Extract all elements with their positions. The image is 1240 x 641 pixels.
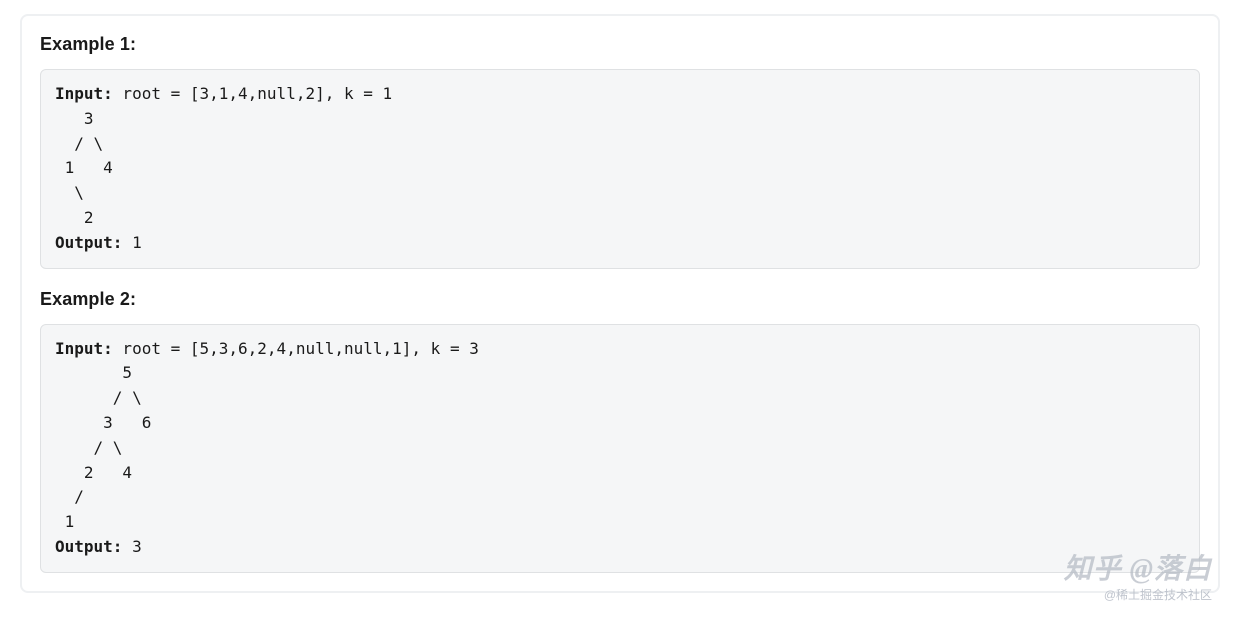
- example-2-code: Input: root = [5,3,6,2,4,null,null,1], k…: [40, 324, 1200, 573]
- example-2-heading: Example 2:: [40, 289, 1200, 310]
- output-value: 3: [122, 537, 141, 556]
- example-1-code: Input: root = [3,1,4,null,2], k = 1 3 / …: [40, 69, 1200, 269]
- tree-diagram: 3 / \ 1 4 \ 2: [55, 109, 113, 227]
- example-1-heading: Example 1:: [40, 34, 1200, 55]
- input-label: Input:: [55, 84, 113, 103]
- output-label: Output:: [55, 233, 122, 252]
- examples-container: Example 1: Input: root = [3,1,4,null,2],…: [20, 14, 1220, 593]
- output-value: 1: [122, 233, 141, 252]
- tree-diagram: 5 / \ 3 6 / \ 2 4 / 1: [55, 363, 151, 531]
- input-value: root = [5,3,6,2,4,null,null,1], k = 3: [113, 339, 479, 358]
- input-value: root = [3,1,4,null,2], k = 1: [113, 84, 392, 103]
- input-label: Input:: [55, 339, 113, 358]
- output-label: Output:: [55, 537, 122, 556]
